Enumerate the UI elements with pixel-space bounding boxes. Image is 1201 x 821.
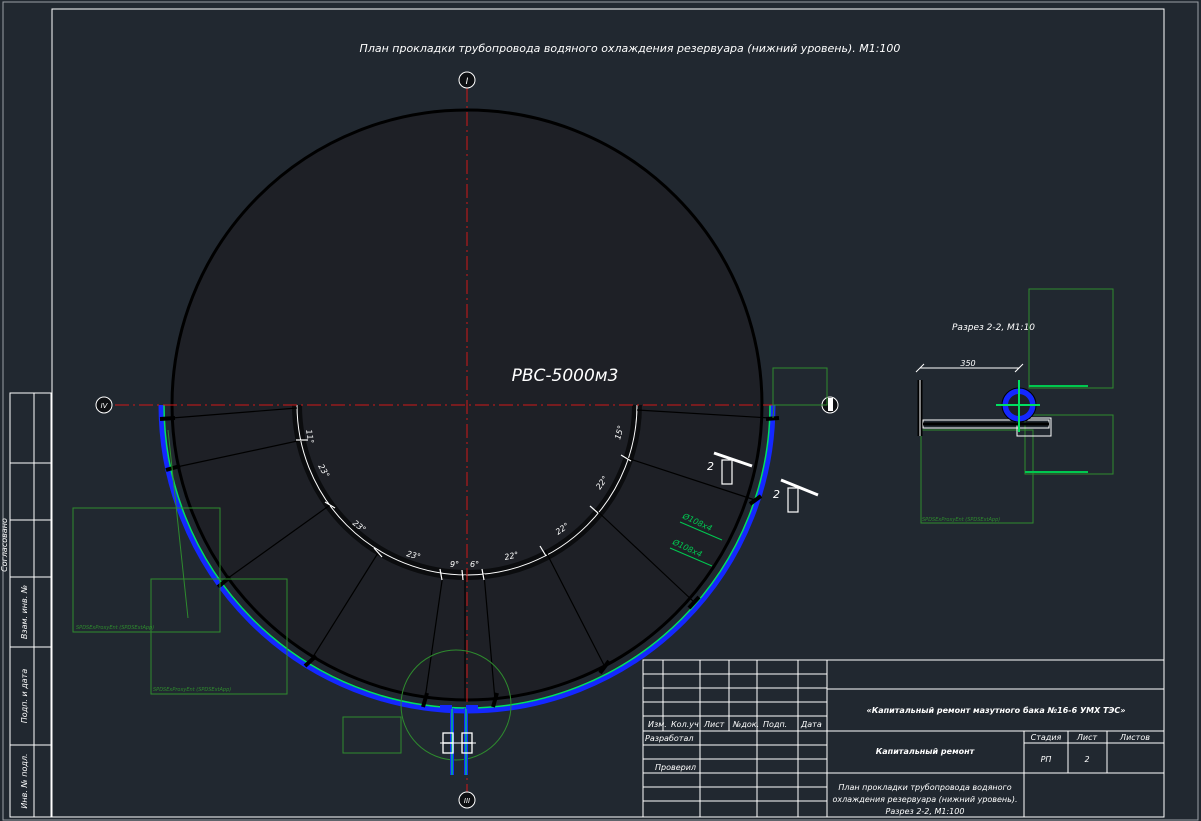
side-stamp-label: Инв. № подл.: [20, 753, 29, 808]
axis-marker-left: IV: [95, 396, 113, 414]
section-mark-label: 2: [773, 488, 780, 501]
side-stamp: Согласовано Взам. инв. № Подп. и дата Ин…: [0, 392, 52, 818]
axis-marker-top: I: [458, 71, 476, 89]
project-title: «Капитальный ремонт мазутного бака №16-6…: [867, 705, 1126, 715]
axis-label-bottom: III: [464, 797, 470, 805]
angle-label: 9°: [450, 560, 459, 569]
side-stamp-label: Взам. инв. №: [20, 585, 29, 639]
role-developer: Разработал: [645, 734, 693, 743]
stage-header: Стадия: [1031, 733, 1062, 742]
angle-label: 6°: [470, 560, 479, 569]
sheet-value: 2: [1084, 755, 1089, 764]
sheet-title-line: Разрез 2-2, М1:100: [886, 807, 965, 816]
proxy-label: SPDSExProxyEnt (SPDSExtApp): [922, 517, 1000, 523]
header-izm: Изм.: [648, 720, 667, 729]
side-stamp-label: Согласовано: [0, 518, 9, 572]
stage-value: РП: [1041, 755, 1052, 764]
header-data: Дата: [800, 720, 822, 729]
sheet-title-line: План прокладки трубопровода водяного: [838, 783, 1011, 792]
proxy-label: SPDSExProxyEnt (SPDSExtApp): [153, 687, 231, 693]
section-dimension: 350: [960, 359, 975, 368]
sheet-title-line: охлаждения резервуара (нижний уровень).: [832, 795, 1017, 804]
axis-label-left: IV: [101, 402, 109, 410]
role-checker: Проверил: [655, 763, 696, 772]
sheet-header: Лист: [1076, 733, 1098, 742]
side-stamp-label: Подп. и дата: [20, 669, 29, 724]
section-mark-2: 2: [773, 478, 819, 513]
work-type: Капитальный ремонт: [876, 747, 976, 756]
proxy-label: SPDSExProxyEnt (SPDSExtApp): [76, 625, 154, 631]
axis-label-top: I: [466, 77, 469, 87]
header-koluch: Кол.уч: [671, 720, 699, 729]
section-mark-label: 2: [707, 460, 714, 473]
valve-icon: [440, 732, 476, 754]
header-list: Лист: [703, 720, 725, 729]
section-title: Разрез 2-2, М1:10: [952, 323, 1035, 333]
header-podp: Подп.: [763, 720, 787, 729]
sheets-header: Листов: [1119, 733, 1150, 742]
tank-label: РВС-5000м3: [512, 366, 619, 386]
drawing-title: План прокладки трубопровода водяного охл…: [360, 42, 901, 55]
axis-marker-bottom: III: [458, 791, 476, 809]
header-ndok: №док.: [732, 720, 759, 729]
cad-drawing-sheet: План прокладки трубопровода водяного охл…: [0, 1, 1199, 821]
